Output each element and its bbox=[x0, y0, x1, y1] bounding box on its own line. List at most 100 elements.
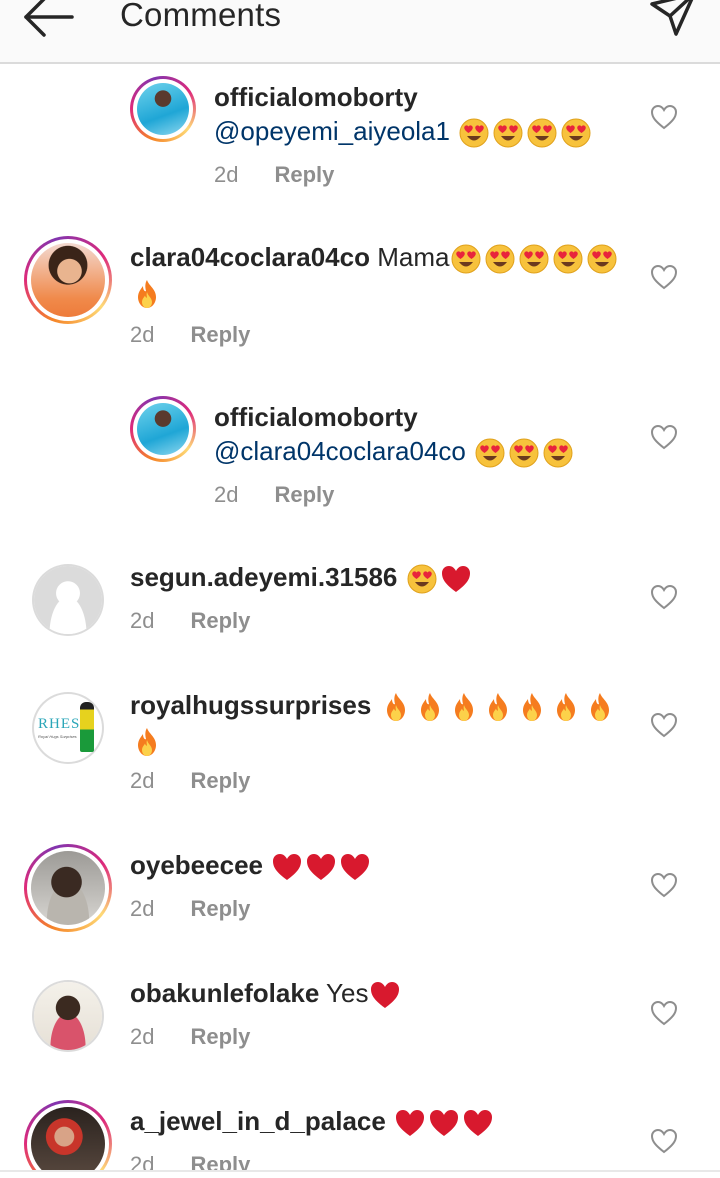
like-button[interactable] bbox=[650, 584, 678, 610]
comment-username[interactable]: obakunlefolake bbox=[130, 978, 319, 1008]
fire-emoji-icon bbox=[138, 728, 156, 757]
heart-outline-icon bbox=[650, 1000, 678, 1026]
like-button[interactable] bbox=[650, 712, 678, 738]
comment-text: royalhugssurprises bbox=[130, 688, 620, 758]
reply-button[interactable]: Reply bbox=[274, 482, 334, 507]
like-button[interactable] bbox=[650, 104, 678, 130]
page-title: Comments bbox=[120, 0, 282, 33]
heart-eyes-emoji-icon bbox=[485, 244, 515, 274]
avatar-photo bbox=[137, 83, 189, 135]
send-button[interactable] bbox=[648, 0, 698, 40]
comment-meta: 2d Reply bbox=[130, 1152, 250, 1170]
avatar[interactable] bbox=[32, 564, 104, 636]
reply-button[interactable]: Reply bbox=[190, 322, 250, 347]
comment-meta: 2d Reply bbox=[214, 162, 334, 188]
reply-button[interactable]: Reply bbox=[190, 1024, 250, 1049]
red-heart-emoji-icon bbox=[273, 854, 302, 881]
red-heart-emoji-icon bbox=[341, 854, 370, 881]
comment-mention[interactable]: @clara04coclara04co bbox=[214, 436, 466, 466]
reply-button[interactable]: Reply bbox=[190, 608, 250, 633]
fire-emoji-icon bbox=[420, 693, 439, 722]
back-button[interactable] bbox=[20, 0, 76, 42]
comment-time: 2d bbox=[130, 768, 155, 793]
avatar-photo bbox=[31, 851, 105, 925]
comment-username[interactable]: officialomoborty bbox=[214, 402, 418, 432]
send-direct-icon bbox=[650, 0, 694, 36]
avatar-logo: RHES bbox=[38, 716, 80, 733]
comment-text: a_jewel_in_d_palace bbox=[130, 1104, 620, 1139]
comment-username[interactable]: a_jewel_in_d_palace bbox=[130, 1106, 386, 1136]
comment-time: 2d bbox=[214, 482, 239, 507]
like-button[interactable] bbox=[650, 264, 678, 290]
like-button[interactable] bbox=[650, 424, 678, 450]
comment-username[interactable]: officialomoborty bbox=[214, 82, 418, 112]
avatar[interactable] bbox=[24, 844, 112, 932]
avatar[interactable] bbox=[24, 236, 112, 324]
comment-username[interactable]: oyebeecee bbox=[130, 850, 263, 880]
like-button[interactable] bbox=[650, 1000, 678, 1026]
comment-emojis bbox=[405, 562, 473, 594]
comment-meta: 2d Reply bbox=[130, 322, 250, 348]
comment-meta: 2d Reply bbox=[130, 896, 250, 922]
like-button[interactable] bbox=[650, 1128, 678, 1154]
heart-outline-icon bbox=[650, 104, 678, 130]
comment-username[interactable]: royalhugssurprises bbox=[130, 690, 371, 720]
avatar-photo bbox=[31, 243, 105, 317]
comment-username[interactable]: clara04coclara04co bbox=[130, 242, 370, 272]
comment-meta: 2d Reply bbox=[130, 768, 250, 794]
reply-button[interactable]: Reply bbox=[190, 768, 250, 793]
avatar[interactable] bbox=[32, 980, 104, 1052]
arrow-left-icon bbox=[24, 0, 74, 37]
fire-emoji-icon bbox=[454, 693, 473, 722]
comment-username[interactable]: segun.adeyemi.31586 bbox=[130, 562, 397, 592]
reply-button[interactable]: Reply bbox=[190, 1152, 250, 1170]
comment-time: 2d bbox=[130, 1024, 155, 1049]
divider bbox=[0, 1170, 720, 1172]
red-heart-emoji-icon bbox=[430, 1110, 459, 1137]
comment-message: Yes bbox=[326, 978, 369, 1008]
heart-eyes-emoji-icon bbox=[543, 438, 573, 468]
heart-eyes-emoji-icon bbox=[475, 438, 505, 468]
red-heart-emoji-icon bbox=[307, 854, 336, 881]
comment-meta: 2d Reply bbox=[214, 482, 334, 508]
avatar-logo-subtext: Royal Hugs Surprises bbox=[38, 734, 77, 739]
fire-emoji-icon bbox=[386, 693, 405, 722]
avatar[interactable] bbox=[130, 396, 196, 462]
comment-emojis bbox=[368, 978, 402, 1009]
comment-time: 2d bbox=[130, 896, 155, 921]
reply-button[interactable]: Reply bbox=[274, 162, 334, 187]
red-heart-emoji-icon bbox=[396, 1110, 425, 1137]
fire-emoji-icon bbox=[138, 280, 156, 309]
heart-outline-icon bbox=[650, 424, 678, 450]
comment-mention[interactable]: @opeyemi_aiyeola1 bbox=[214, 116, 450, 146]
heart-eyes-emoji-icon bbox=[451, 244, 481, 274]
fire-emoji-icon bbox=[590, 693, 609, 722]
comment-time: 2d bbox=[130, 322, 155, 347]
heart-eyes-emoji-icon bbox=[527, 118, 557, 148]
avatar[interactable] bbox=[130, 76, 196, 142]
heart-eyes-emoji-icon bbox=[519, 244, 549, 274]
fire-emoji-icon bbox=[488, 693, 507, 722]
avatar-photo bbox=[31, 1107, 105, 1170]
heart-outline-icon bbox=[650, 584, 678, 610]
comment: a_jewel_in_d_palace 2d Reply bbox=[0, 1100, 720, 1170]
avatar-logo-text: RHES bbox=[38, 716, 81, 732]
heart-eyes-emoji-icon bbox=[493, 118, 523, 148]
comment-emojis bbox=[457, 116, 593, 148]
comment-emojis bbox=[270, 850, 372, 881]
heart-eyes-emoji-icon bbox=[407, 564, 437, 594]
heart-eyes-emoji-icon bbox=[561, 118, 591, 148]
comment-text: obakunlefolake Yes bbox=[130, 976, 620, 1011]
avatar[interactable]: RHES Royal Hugs Surprises bbox=[32, 692, 104, 764]
heart-eyes-emoji-icon bbox=[587, 244, 617, 274]
heart-eyes-emoji-icon bbox=[553, 244, 583, 274]
fire-emoji-icon bbox=[522, 693, 541, 722]
avatar-photo bbox=[137, 403, 189, 455]
like-button[interactable] bbox=[650, 872, 678, 898]
reply-button[interactable]: Reply bbox=[190, 896, 250, 921]
avatar-photo bbox=[34, 982, 102, 1050]
avatar[interactable] bbox=[24, 1100, 112, 1170]
avatar-figure bbox=[80, 702, 94, 752]
comment-text: clara04coclara04co Mama bbox=[130, 240, 620, 310]
heart-eyes-emoji-icon bbox=[509, 438, 539, 468]
